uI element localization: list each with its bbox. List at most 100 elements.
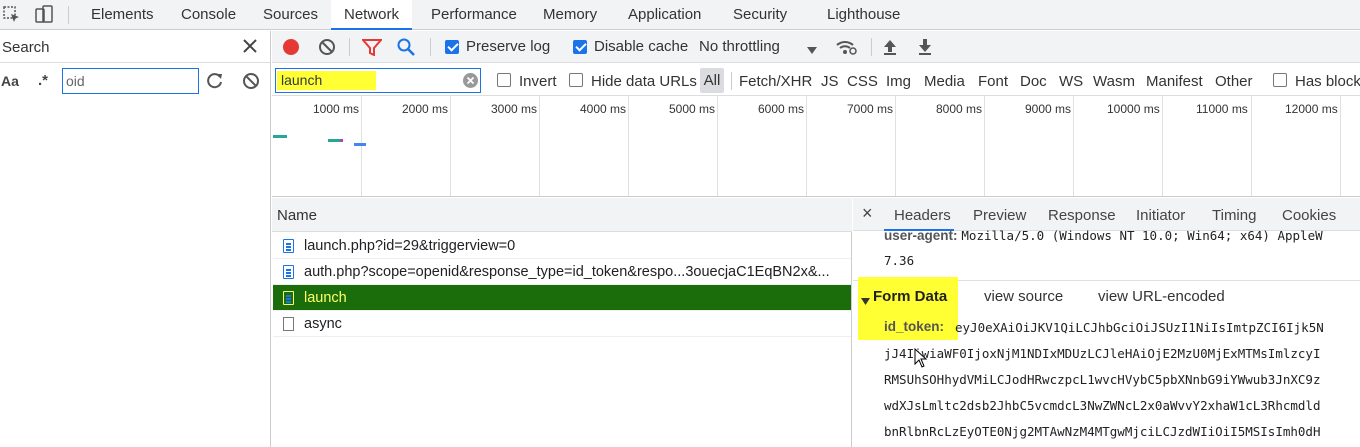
timeline-tick: 8000 ms (936, 102, 983, 116)
waterfall-bar (328, 139, 340, 142)
expand-triangle-icon[interactable] (861, 293, 870, 305)
filter-type-manifest[interactable]: Manifest (1146, 73, 1203, 90)
timeline-tick: 12000 ms (1285, 102, 1338, 116)
mouse-cursor-icon (914, 347, 928, 368)
user-agent-row: user-agent: Mozilla/5.0 (Windows NT 10.0… (884, 227, 1360, 243)
clear-filter-icon[interactable] (463, 73, 478, 88)
search-panel-header: Search (0, 31, 270, 63)
request-row[interactable]: auth.php?scope=openid&response_type=id_t… (273, 259, 851, 285)
filter-type-ws[interactable]: WS (1059, 73, 1083, 90)
request-list-header[interactable]: Name (272, 198, 852, 232)
throttling-select[interactable]: No throttling (699, 38, 780, 55)
document-icon (283, 239, 294, 253)
refresh-icon[interactable] (206, 72, 224, 90)
timeline-tick: 9000 ms (1025, 102, 1072, 116)
devtools-tab-bar: Elements Console Sources Network Perform… (0, 0, 1360, 30)
request-row[interactable]: launch.php?id=29&triggerview=0 (273, 233, 851, 259)
tab-headers[interactable]: Headers (894, 207, 951, 224)
filter-type-js[interactable]: JS (821, 73, 839, 90)
filter-type-img[interactable]: Img (886, 73, 911, 90)
export-har-icon[interactable] (917, 38, 933, 56)
document-icon (283, 291, 294, 305)
tab-memory[interactable]: Memory (543, 0, 597, 30)
request-row[interactable]: async (273, 311, 851, 337)
tab-network[interactable]: Network (331, 0, 413, 30)
close-icon[interactable] (243, 39, 257, 53)
search-panel: Search Aa .* (0, 31, 271, 447)
hide-data-urls-checkbox[interactable] (569, 73, 583, 87)
inspect-element-icon[interactable] (3, 6, 21, 24)
timeline-tick: 1000 ms (313, 102, 360, 116)
filter-type-all[interactable]: All (700, 68, 724, 93)
timeline-tick: 6000 ms (758, 102, 805, 116)
filter-type-media[interactable]: Media (924, 73, 965, 90)
invert-checkbox[interactable] (497, 73, 511, 87)
import-har-icon[interactable] (882, 38, 898, 56)
timeline-tick: 10000 ms (1107, 102, 1160, 116)
timeline-tick: 2000 ms (402, 102, 449, 116)
clear-log-icon[interactable] (318, 38, 336, 56)
network-conditions-icon[interactable] (835, 38, 857, 56)
filter-icon[interactable] (360, 39, 384, 57)
device-toolbar-icon[interactable] (34, 5, 54, 25)
request-name: launch.php?id=29&triggerview=0 (304, 238, 516, 254)
filter-input[interactable]: launch (275, 68, 481, 93)
filter-type-wasm[interactable]: Wasm (1093, 73, 1135, 90)
request-name: async (304, 316, 342, 332)
view-url-encoded-link[interactable]: view URL-encoded (1098, 288, 1225, 305)
preserve-log-checkbox[interactable] (445, 40, 459, 54)
network-toolbar: Preserve log Disable cache No throttling (272, 31, 1360, 63)
disable-cache-checkbox[interactable] (573, 40, 587, 54)
regex-toggle[interactable]: .* (38, 72, 48, 89)
filter-type-doc[interactable]: Doc (1020, 73, 1047, 90)
tab-cookies[interactable]: Cookies (1282, 207, 1336, 224)
id-token-line: jJ4IiwiaWF0IjoxNjM1NDIxMDUzLCJleHAiOjE2M… (884, 346, 1321, 361)
tab-performance[interactable]: Performance (431, 0, 517, 30)
search-panel-title: Search (2, 39, 50, 56)
waterfall-bar (340, 139, 343, 142)
tab-preview[interactable]: Preview (973, 207, 1026, 224)
timeline-tick: 3000 ms (491, 102, 538, 116)
filter-type-css[interactable]: CSS (847, 73, 878, 90)
document-icon (283, 265, 294, 279)
user-agent-value: Mozilla/5.0 (Windows NT 10.0; Win64; x64… (961, 228, 1323, 243)
close-detail-icon[interactable]: × (862, 203, 873, 224)
clear-icon[interactable] (242, 72, 260, 90)
invert-label: Invert (519, 73, 557, 90)
request-row-selected[interactable]: launch (273, 285, 851, 311)
tab-console[interactable]: Console (181, 0, 236, 30)
user-agent-key: user-agent: (884, 228, 958, 243)
tab-elements[interactable]: Elements (91, 0, 154, 30)
request-name: auth.php?scope=openid&response_type=id_t… (304, 264, 830, 280)
filter-type-other[interactable]: Other (1215, 73, 1253, 90)
filter-type-fetch-xhr[interactable]: Fetch/XHR (739, 73, 812, 90)
search-input[interactable] (62, 68, 199, 94)
search-icon[interactable] (397, 38, 415, 56)
tab-application[interactable]: Application (628, 0, 701, 30)
preserve-log-label: Preserve log (466, 38, 551, 55)
has-blocked-checkbox[interactable] (1273, 73, 1287, 87)
filter-input-value: launch (277, 71, 376, 90)
user-agent-continuation: 7.36 (884, 253, 915, 268)
record-icon[interactable] (283, 39, 299, 55)
waterfall-bar (273, 135, 287, 138)
tab-timing[interactable]: Timing (1212, 207, 1256, 224)
chevron-down-icon[interactable] (807, 42, 817, 54)
name-column-header[interactable]: Name (277, 207, 317, 224)
tab-response[interactable]: Response (1048, 207, 1116, 224)
tab-sources[interactable]: Sources (263, 0, 318, 30)
request-name: launch (304, 290, 347, 306)
form-data-title[interactable]: Form Data (873, 288, 947, 305)
match-case-toggle[interactable]: Aa (1, 73, 19, 89)
tab-initiator[interactable]: Initiator (1136, 207, 1185, 224)
view-source-link[interactable]: view source (984, 288, 1063, 305)
hide-data-urls-label: Hide data URLs (591, 73, 697, 90)
id-token-value: eyJ0eXAiOiJKV1QiLCJhbGciOiJSUzI1NiIsImtp… (855, 320, 1360, 447)
filter-type-font[interactable]: Font (978, 73, 1008, 90)
tab-lighthouse[interactable]: Lighthouse (827, 0, 900, 30)
id-token-line: wdXJsLmltc2dsb2JhbC5vcmdcL3NwZWNcL2x0aWv… (884, 398, 1321, 413)
id-token-line: RMSUhSOHhydVMiLCJodHRwczpcL1wvcHVybC5pbX… (884, 372, 1321, 387)
tab-security[interactable]: Security (733, 0, 787, 30)
blank-file-icon (283, 317, 294, 331)
timeline-tick: 4000 ms (580, 102, 627, 116)
